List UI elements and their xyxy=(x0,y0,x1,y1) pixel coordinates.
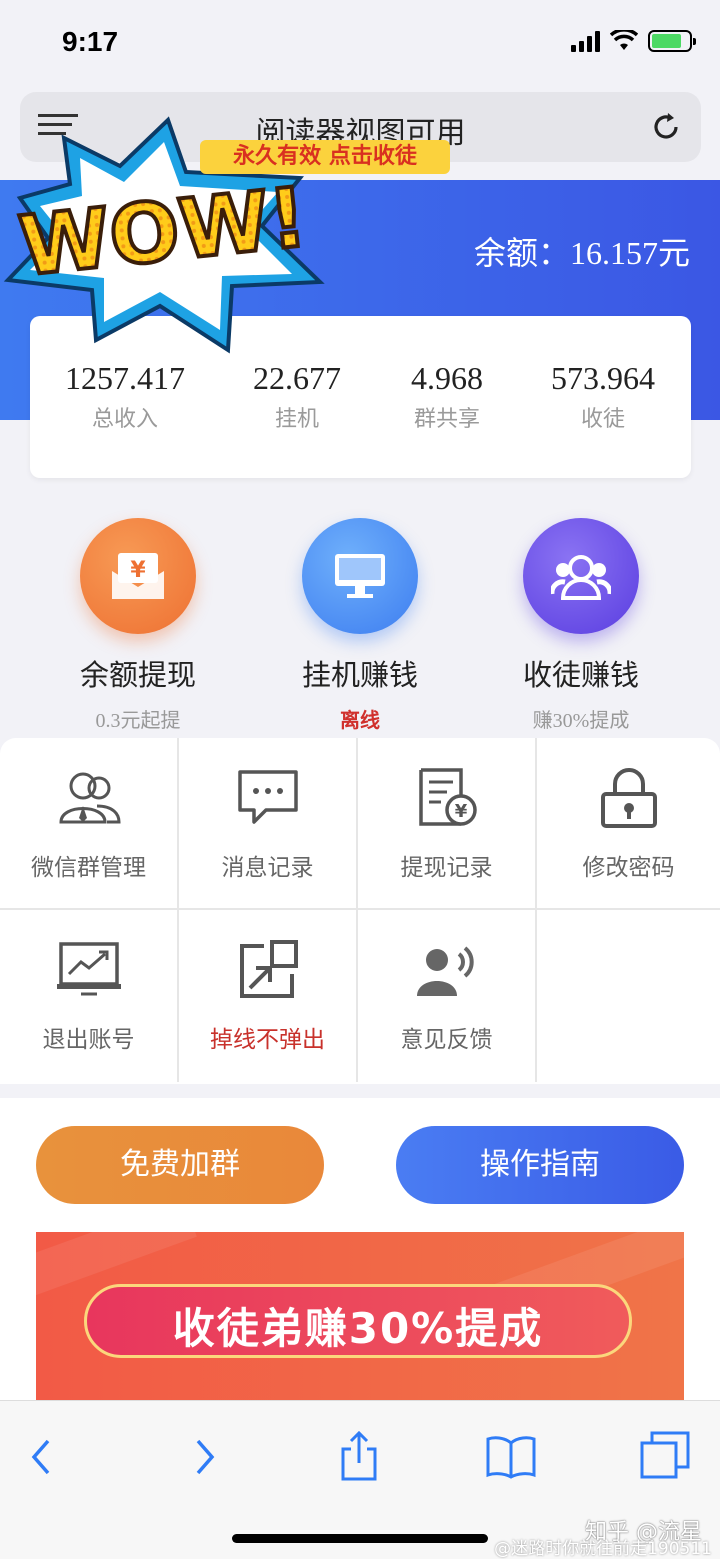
share-icon[interactable] xyxy=(334,1431,384,1481)
feature-subtitle: 赚30%提成 xyxy=(532,710,630,732)
banner-subtitle[interactable]: 永久有效 点击收徒 xyxy=(200,140,450,174)
tabs-icon[interactable] xyxy=(640,1431,690,1481)
promo-banner[interactable]: 收徒弟赚30%提成 xyxy=(36,1232,684,1402)
status-icons xyxy=(571,30,696,52)
signal-icon xyxy=(571,30,600,52)
forward-icon[interactable] xyxy=(178,1431,228,1481)
home-indicator[interactable] xyxy=(232,1534,488,1543)
grid-item-label: 修改密码 xyxy=(582,855,675,881)
external-link-icon xyxy=(239,940,298,998)
grid-item-label: 退出账号 xyxy=(42,1027,135,1053)
feedback-icon xyxy=(416,946,474,996)
status-bar: 9:17 xyxy=(0,0,720,90)
grid-item-withdraw-records[interactable]: ¥ 提现记录 xyxy=(358,738,537,910)
join-group-button[interactable]: 免费加群 xyxy=(36,1126,324,1204)
svg-text:¥: ¥ xyxy=(454,801,467,822)
monitor-icon[interactable] xyxy=(302,518,418,634)
stat-label: 群共享 xyxy=(413,407,480,432)
grid-item-label: 微信群管理 xyxy=(31,855,146,881)
battery-icon xyxy=(648,30,696,52)
stat-group-share: 4.968 群共享 xyxy=(372,360,522,433)
guide-button[interactable]: 操作指南 xyxy=(396,1126,684,1204)
lock-icon xyxy=(600,768,657,828)
feature-title: 挂机赚钱 xyxy=(301,658,418,692)
grid-item-feedback[interactable]: 意见反馈 xyxy=(358,910,537,1082)
back-icon[interactable] xyxy=(18,1431,68,1481)
chart-monitor-icon xyxy=(56,942,121,996)
yen-envelope-icon[interactable]: ¥ xyxy=(80,518,196,634)
reload-icon[interactable] xyxy=(649,110,683,144)
group-icon xyxy=(58,772,121,824)
grid-item-label: 掉线不弹出 xyxy=(210,1027,325,1053)
stat-label: 收徒 xyxy=(580,407,625,432)
menu-grid: 微信群管理 消息记录 ¥ 提现记录 修改密码 退出账号 掉线不弹出 意见反馈 xyxy=(0,738,720,1084)
banner-pill: 收徒弟赚30%提成 xyxy=(84,1284,632,1358)
feature-title: 收徒赚钱 xyxy=(522,658,639,692)
feature-title: 余额提现 xyxy=(79,658,196,692)
feature-subtitle: 0.3元起提 xyxy=(95,710,181,732)
grid-item-wechat-group[interactable]: 微信群管理 xyxy=(0,738,179,910)
grid-item-change-password[interactable]: 修改密码 xyxy=(537,738,720,910)
grid-item-logout[interactable]: 退出账号 xyxy=(0,910,179,1082)
wifi-icon xyxy=(610,30,638,50)
grid-item-label: 提现记录 xyxy=(400,855,493,881)
message-icon xyxy=(237,770,298,824)
withdraw-record-icon: ¥ xyxy=(418,768,477,826)
feature-status: 离线 xyxy=(340,708,380,732)
grid-item-no-offline-popup[interactable]: 掉线不弹出 xyxy=(179,910,358,1082)
grid-item-empty xyxy=(537,910,720,1082)
stat-apprentice: 573.964 收徒 xyxy=(528,360,678,433)
grid-item-label: 意见反馈 xyxy=(400,1027,493,1053)
grid-item-label: 消息记录 xyxy=(221,855,314,881)
stat-idle: 22.677 挂机 xyxy=(222,360,372,433)
feature-withdraw[interactable]: ¥ 余额提现 0.3元起提 xyxy=(38,518,238,733)
banner-title: 收徒弟赚30%提成 xyxy=(172,1304,544,1353)
stat-total-income: 1257.417 总收入 xyxy=(50,360,200,433)
feature-idle-earn[interactable]: 挂机赚钱 离线 xyxy=(260,518,460,733)
stat-label: 挂机 xyxy=(274,407,319,432)
svg-text:¥: ¥ xyxy=(130,558,146,583)
stat-value: 573.964 xyxy=(551,360,655,396)
stat-value: 4.968 xyxy=(411,360,483,396)
status-time: 9:17 xyxy=(62,26,119,57)
weibo-watermark: @迷路时你就往前走190511 xyxy=(494,1539,712,1559)
bookmarks-icon[interactable] xyxy=(486,1431,536,1481)
grid-item-messages[interactable]: 消息记录 xyxy=(179,738,358,910)
balance-text: 余额：16.157元 xyxy=(473,235,690,271)
users-icon[interactable] xyxy=(523,518,639,634)
stat-label: 总收入 xyxy=(91,407,158,432)
feature-apprentice-earn[interactable]: 收徒赚钱 赚30%提成 xyxy=(481,518,681,733)
